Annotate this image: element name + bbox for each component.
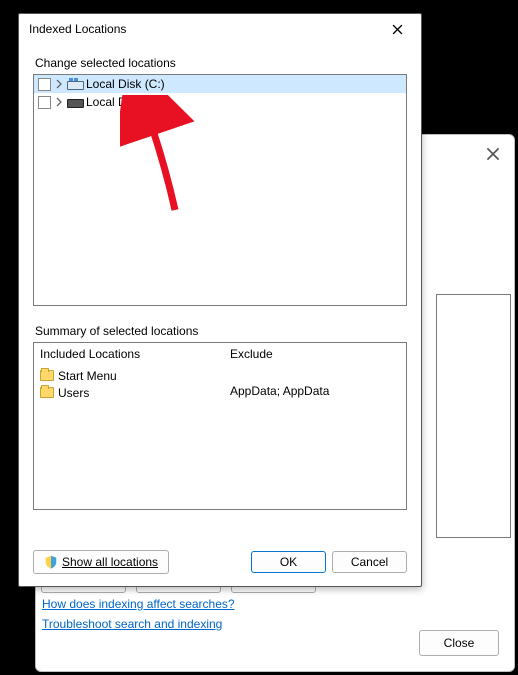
indexed-locations-dialog: Indexed Locations Change selected locati… bbox=[18, 13, 422, 587]
list-item[interactable]: Start Menu bbox=[40, 367, 218, 384]
checkbox-c[interactable] bbox=[38, 78, 51, 91]
expand-c[interactable] bbox=[54, 79, 64, 89]
expand-e[interactable] bbox=[54, 97, 64, 107]
included-start-menu: Start Menu bbox=[58, 369, 117, 383]
drive-icon bbox=[67, 78, 83, 90]
folder-icon bbox=[40, 370, 54, 381]
close-button[interactable] bbox=[379, 15, 415, 43]
titlebar: Indexed Locations bbox=[19, 14, 421, 44]
tree-row-c[interactable]: Local Disk (C:) bbox=[34, 75, 406, 93]
folder-icon bbox=[40, 387, 54, 398]
bg-close-button[interactable]: Close bbox=[419, 630, 499, 656]
ok-button[interactable]: OK bbox=[251, 551, 326, 573]
link-indexing-searches[interactable]: How does indexing affect searches? bbox=[42, 597, 235, 611]
show-all-locations-button[interactable]: Show all locations bbox=[33, 550, 169, 574]
tree-row-e[interactable]: Local Disk (E:) bbox=[34, 93, 406, 111]
dialog-title: Indexed Locations bbox=[29, 22, 126, 36]
summary-box: Included Locations Start Menu Users Excl… bbox=[33, 342, 407, 510]
exclude-text: AppData; AppData bbox=[230, 384, 400, 398]
bg-close-icon[interactable] bbox=[486, 147, 500, 161]
included-header: Included Locations bbox=[40, 347, 218, 361]
cancel-button[interactable]: Cancel bbox=[332, 551, 407, 573]
included-users: Users bbox=[58, 386, 89, 400]
tree-label-c: Local Disk (C:) bbox=[86, 77, 165, 91]
locations-tree[interactable]: Local Disk (C:) Local Disk (E:) bbox=[33, 74, 407, 306]
show-all-label: Show all locations bbox=[62, 555, 158, 569]
change-locations-label: Change selected locations bbox=[35, 56, 407, 70]
list-item[interactable]: Users bbox=[40, 384, 218, 401]
bg-inner-box bbox=[436, 294, 511, 538]
shield-icon bbox=[44, 555, 58, 569]
drive-icon bbox=[67, 96, 83, 108]
checkbox-e[interactable] bbox=[38, 96, 51, 109]
summary-label: Summary of selected locations bbox=[35, 324, 407, 338]
tree-label-e: Local Disk (E:) bbox=[86, 95, 164, 109]
exclude-header: Exclude bbox=[230, 347, 400, 361]
link-troubleshoot[interactable]: Troubleshoot search and indexing bbox=[42, 617, 235, 631]
close-icon bbox=[392, 24, 403, 35]
